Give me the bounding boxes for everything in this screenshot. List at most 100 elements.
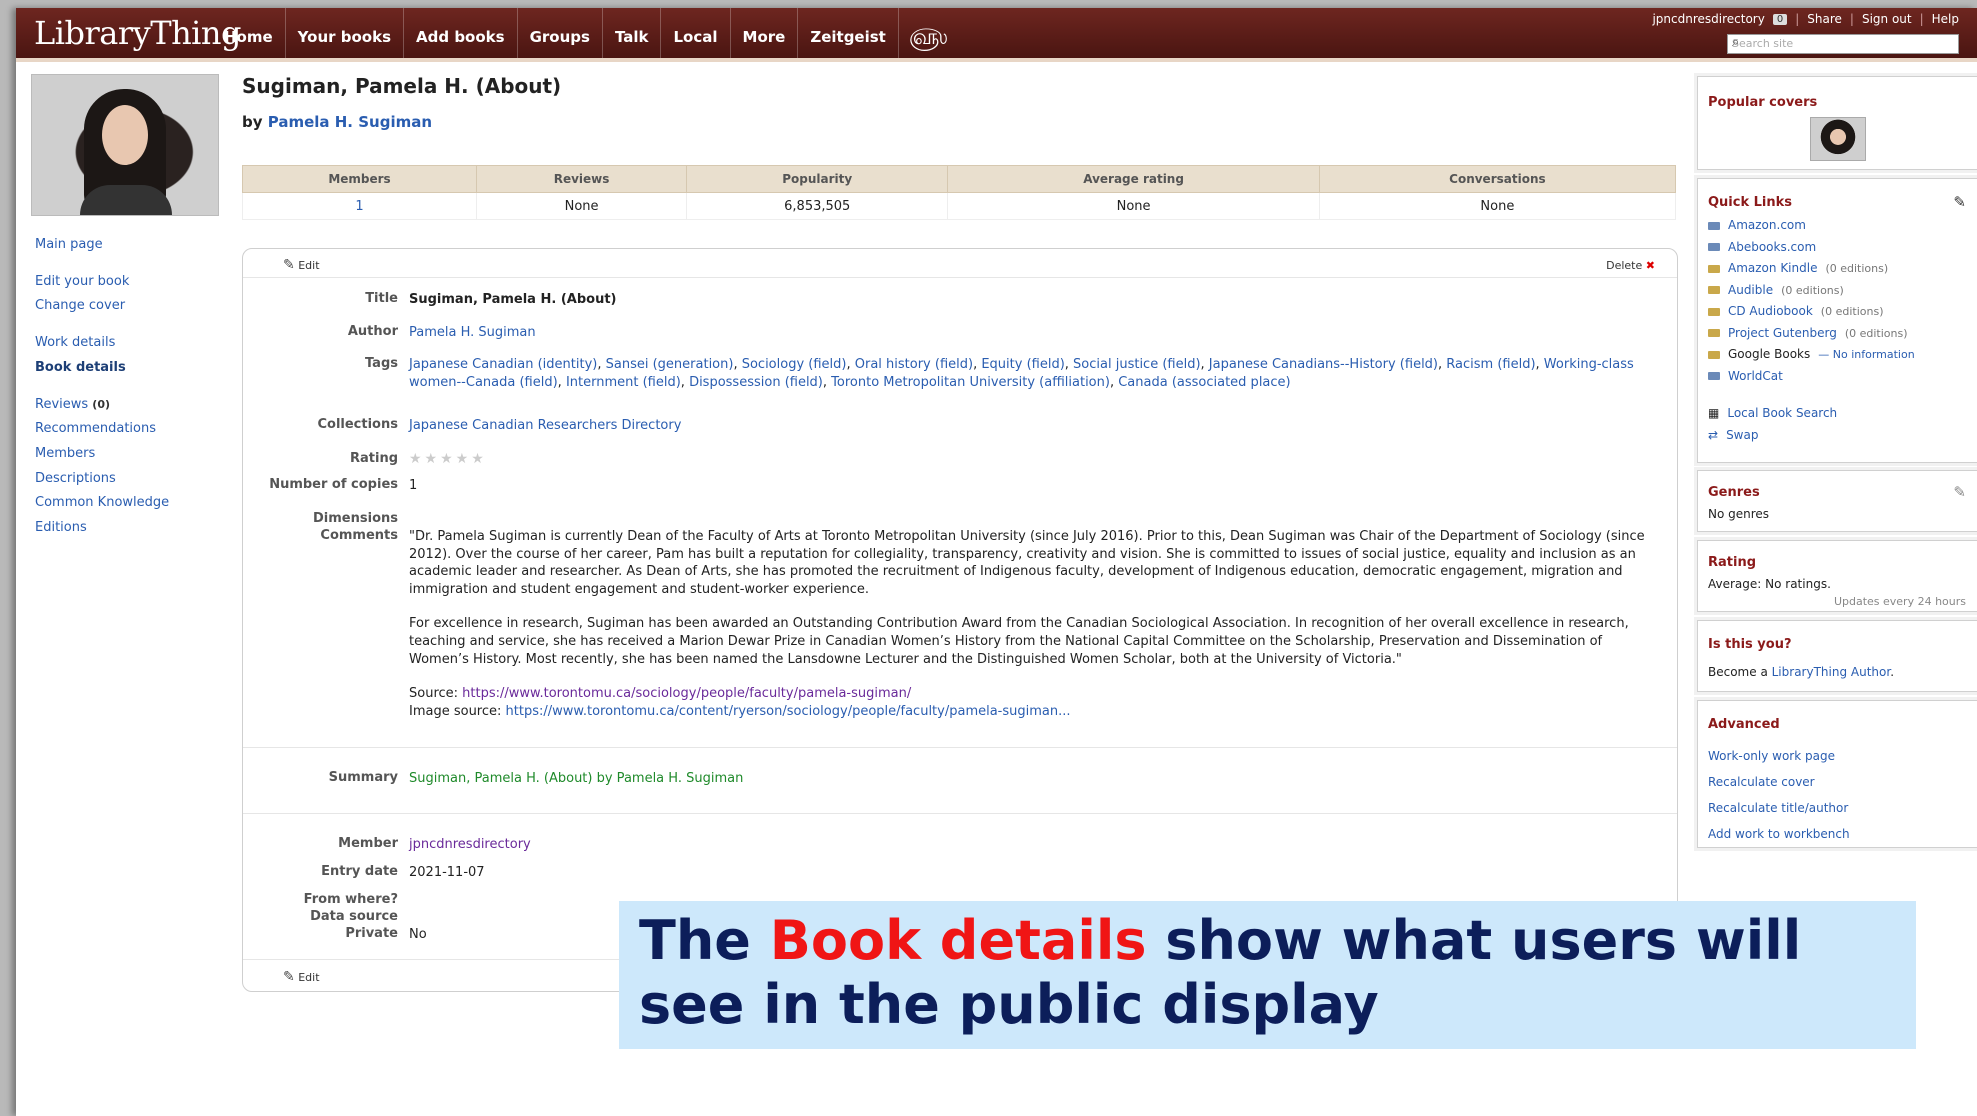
edit-pencil-icon[interactable]: ✎: [1953, 193, 1966, 211]
author-value-link[interactable]: Pamela H. Sugiman: [409, 324, 1659, 342]
nav-your-books[interactable]: Your books: [286, 8, 405, 58]
photo-face-shape: [102, 105, 148, 165]
rating-stars[interactable]: ★★★★★: [409, 451, 1659, 469]
by-label: by: [242, 113, 263, 131]
sign-out-link[interactable]: Sign out: [1862, 12, 1912, 26]
nav-main-page[interactable]: Main page: [35, 233, 169, 258]
nav-edit-your-book[interactable]: Edit your book: [35, 270, 169, 295]
nav-local[interactable]: Local: [661, 8, 731, 58]
photo-shirt-shape: [80, 185, 172, 215]
tag-link[interactable]: Oral history (field): [855, 357, 973, 372]
recalculate-cover-link[interactable]: Recalculate cover: [1708, 769, 1850, 795]
tag-link[interactable]: Sansei (generation): [606, 357, 734, 372]
summary-value: Sugiman, Pamela H. (About) by Pamela H. …: [409, 771, 744, 786]
image-source-url-link[interactable]: https://www.torontomu.ca/content/ryerson…: [506, 704, 1071, 719]
nav-members[interactable]: Members: [35, 442, 169, 467]
edit-button-top[interactable]: ✎ Edit: [283, 257, 320, 273]
comments-label: Comments: [320, 528, 398, 543]
nav-more[interactable]: More: [731, 8, 799, 58]
tag-link[interactable]: Canada (associated place): [1118, 375, 1290, 390]
edit-pencil-icon[interactable]: ✎: [1953, 483, 1966, 501]
nav-recommendations[interactable]: Recommendations: [35, 417, 169, 442]
main-nav: Home Your books Add books Groups Talk Lo…: [212, 8, 958, 58]
librarything-author-link[interactable]: LibraryThing Author: [1772, 665, 1891, 679]
nav-add-books[interactable]: Add books: [404, 8, 518, 58]
separator: |: [1849, 12, 1854, 26]
tag-link[interactable]: Social justice (field): [1073, 357, 1200, 372]
tag-link[interactable]: Equity (field): [981, 357, 1064, 372]
author-label: Author: [347, 324, 398, 339]
help-link[interactable]: Help: [1932, 12, 1959, 26]
nav-common-knowledge[interactable]: Common Knowledge: [35, 491, 169, 516]
cover-thumbnail[interactable]: [1810, 117, 1866, 161]
comments-paragraph: For excellence in research, Sugiman has …: [409, 616, 1629, 667]
local-book-search-link[interactable]: ▦ Local Book Search: [1708, 403, 1915, 425]
quick-link-item[interactable]: CD Audiobook (0 editions): [1708, 301, 1915, 323]
recalculate-title-link[interactable]: Recalculate title/author: [1708, 795, 1850, 821]
comments-body: "Dr. Pamela Sugiman is currently Dean of…: [409, 528, 1659, 720]
quick-links-box: Quick Links ✎ Amazon.com Abebooks.com Am…: [1697, 178, 1977, 463]
quick-link-item[interactable]: Amazon Kindle (0 editions): [1708, 258, 1915, 280]
add-to-workbench-link[interactable]: Add work to workbench: [1708, 821, 1850, 847]
become-label: Become a: [1708, 665, 1768, 679]
nav-change-cover[interactable]: Change cover: [35, 294, 169, 319]
tag-link[interactable]: Dispossession (field): [689, 375, 823, 390]
members-count-link[interactable]: 1: [241, 192, 478, 220]
callout-highlight: Book details: [769, 909, 1147, 972]
quick-link-label: Amazon Kindle: [1728, 261, 1818, 275]
quick-link-note: (0 editions): [1781, 283, 1844, 297]
pencil-icon: ✎: [283, 969, 295, 985]
delete-button[interactable]: Delete ✖: [1606, 259, 1655, 272]
collection-link[interactable]: Japanese Canadian Researchers Directory: [409, 417, 1659, 435]
nav-reviews[interactable]: Reviews (0): [35, 393, 169, 418]
nav-groups[interactable]: Groups: [518, 8, 603, 58]
share-link[interactable]: Share: [1807, 12, 1842, 26]
swap-link[interactable]: ⇄ Swap: [1708, 425, 1915, 447]
left-sidebar-nav: Main page Edit your book Change cover Wo…: [35, 233, 169, 541]
author-link[interactable]: Pamela H. Sugiman: [268, 113, 432, 131]
tag-link[interactable]: Japanese Canadians--History (field): [1209, 357, 1438, 372]
nav-descriptions[interactable]: Descriptions: [35, 467, 169, 492]
quick-link-item[interactable]: Abebooks.com: [1708, 237, 1915, 259]
edit-label: Edit: [298, 259, 320, 272]
nav-home[interactable]: Home: [212, 8, 286, 58]
swirl-icon[interactable]: ௵: [899, 8, 958, 58]
separator: |: [1795, 12, 1800, 26]
member-link[interactable]: jpncdnresdirectory: [409, 836, 1659, 854]
tag-link[interactable]: Japanese Canadian (identity): [409, 357, 597, 372]
nav-talk[interactable]: Talk: [603, 8, 662, 58]
nav-book-details[interactable]: Book details: [35, 356, 169, 381]
rating-box: Rating Average: No ratings. Updates ever…: [1697, 540, 1977, 612]
collections-label: Collections: [317, 417, 398, 432]
quick-link-label: WorldCat: [1728, 368, 1783, 383]
reviews-count: (0): [92, 397, 111, 411]
quick-link-item[interactable]: Audible (0 editions): [1708, 280, 1915, 302]
nav-work-details[interactable]: Work details: [35, 331, 169, 356]
quick-links-list: Amazon.com Abebooks.com Amazon Kindle (0 …: [1708, 215, 1915, 446]
tag-link[interactable]: Racism (field): [1446, 357, 1535, 372]
tag-link[interactable]: Toronto Metropolitan University (affilia…: [831, 375, 1110, 390]
stats-header: Reviews: [476, 165, 688, 193]
search-input[interactable]: Search site ⌕: [1727, 34, 1959, 54]
librarything-logo[interactable]: LibraryThing: [34, 14, 242, 52]
is-this-you-title: Is this you?: [1708, 637, 1792, 652]
work-only-link[interactable]: Work-only work page: [1708, 743, 1850, 769]
search-icon[interactable]: ⌕: [1732, 35, 1954, 50]
quick-link-item[interactable]: Project Gutenberg (0 editions): [1708, 323, 1915, 345]
callout-banner: The Book details show what users will se…: [619, 901, 1916, 1049]
top-navigation-bar: LibraryThing Home Your books Add books G…: [16, 8, 1977, 62]
nav-editions[interactable]: Editions: [35, 516, 169, 541]
become-author-line: Become a LibraryThing Author.: [1708, 665, 1895, 679]
summary-label: Summary: [328, 770, 398, 785]
source-url-link[interactable]: https://www.torontomu.ca/sociology/peopl…: [462, 686, 911, 701]
nav-zeitgeist[interactable]: Zeitgeist: [798, 8, 899, 58]
message-count-badge[interactable]: 0: [1772, 13, 1788, 25]
edit-button-bottom[interactable]: ✎ Edit: [283, 969, 320, 985]
tag-link[interactable]: Sociology (field): [742, 357, 847, 372]
quick-link-item[interactable]: WorldCat: [1708, 366, 1915, 388]
quick-link-item[interactable]: Amazon.com: [1708, 215, 1915, 237]
from-where-label: From where?: [303, 892, 398, 907]
username-link[interactable]: jpncdnresdirectory: [1652, 12, 1764, 26]
quick-link-item[interactable]: Google Books — No information: [1708, 344, 1915, 366]
tag-link[interactable]: Internment (field): [566, 375, 681, 390]
